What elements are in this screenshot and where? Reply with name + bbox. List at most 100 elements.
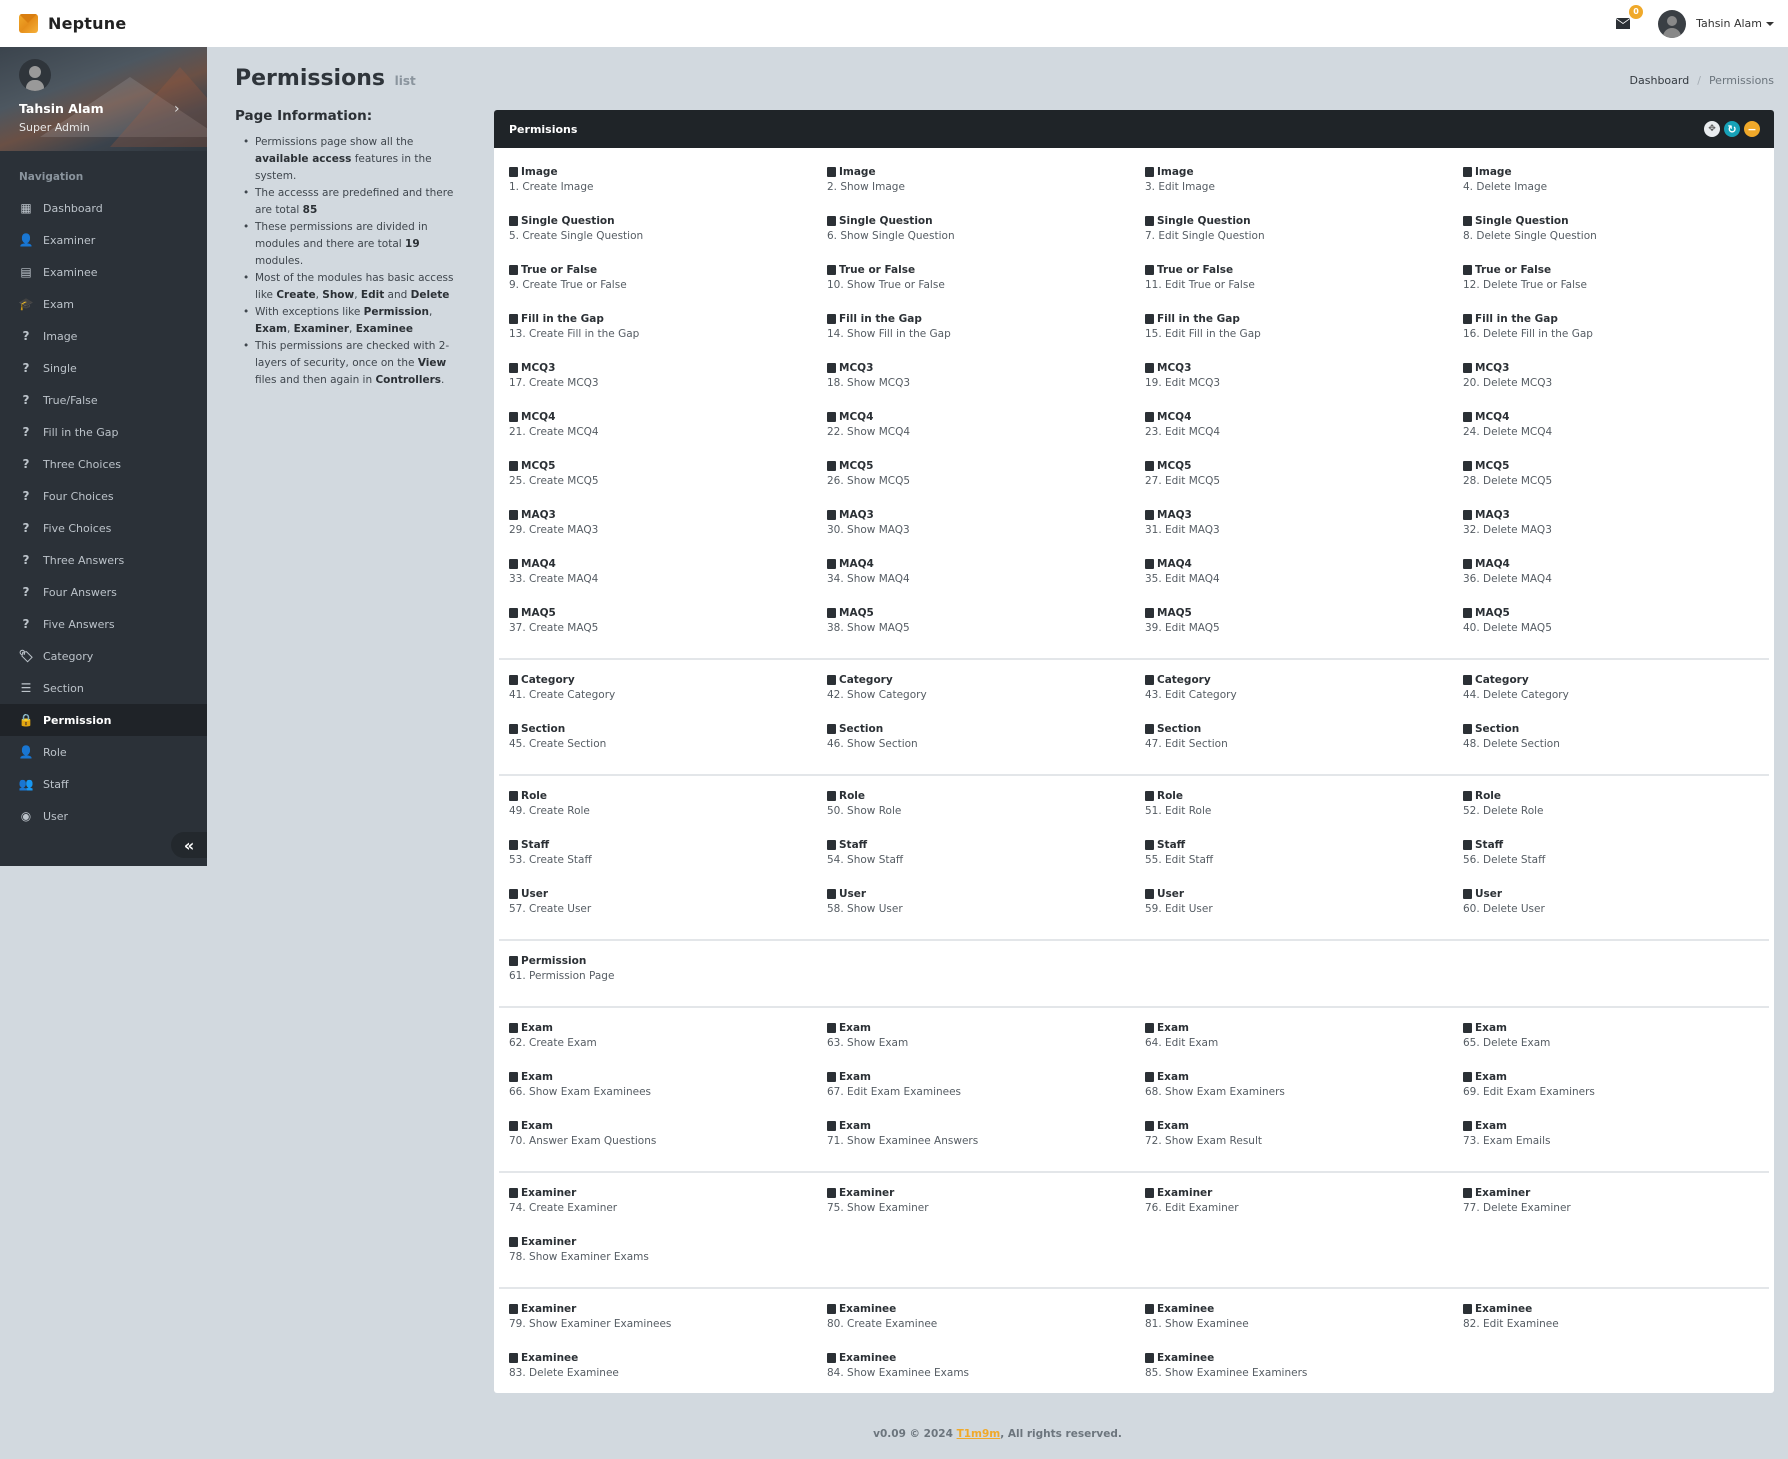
permission-checkbox[interactable] xyxy=(509,1121,518,1131)
permission-checkbox[interactable] xyxy=(827,1304,836,1314)
permission-checkbox[interactable] xyxy=(509,216,518,226)
sidebar-item-examiner[interactable]: 👤 Examiner xyxy=(0,224,207,256)
sidebar-item-three-answers[interactable]: ? Three Answers xyxy=(0,544,207,576)
permission-checkbox[interactable] xyxy=(1463,167,1472,177)
permission-checkbox[interactable] xyxy=(827,724,836,734)
permission-checkbox[interactable] xyxy=(1145,265,1154,275)
permission-checkbox[interactable] xyxy=(827,791,836,801)
permission-checkbox[interactable] xyxy=(1145,724,1154,734)
permission-checkbox[interactable] xyxy=(1463,1072,1472,1082)
sidebar-item-dashboard[interactable]: ▦ Dashboard xyxy=(0,192,207,224)
sidebar-item-true-false[interactable]: ? True/False xyxy=(0,384,207,416)
permission-checkbox[interactable] xyxy=(1145,363,1154,373)
messages-button[interactable]: 0 xyxy=(1612,4,1644,34)
permission-checkbox[interactable] xyxy=(1463,314,1472,324)
permission-checkbox[interactable] xyxy=(509,1237,518,1247)
sidebar-item-five-choices[interactable]: ? Five Choices xyxy=(0,512,207,544)
permission-checkbox[interactable] xyxy=(509,608,518,618)
permission-checkbox[interactable] xyxy=(509,412,518,422)
permission-checkbox[interactable] xyxy=(827,461,836,471)
sidebar-item-category[interactable]: 🏷 Category xyxy=(0,640,207,672)
sidebar-item-fill-in-the-gap[interactable]: ? Fill in the Gap xyxy=(0,416,207,448)
permission-checkbox[interactable] xyxy=(509,840,518,850)
permission-checkbox[interactable] xyxy=(1463,608,1472,618)
permission-checkbox[interactable] xyxy=(509,1072,518,1082)
sidebar-item-examinee[interactable]: ▤ Examinee xyxy=(0,256,207,288)
permission-checkbox[interactable] xyxy=(509,1304,518,1314)
footer-author-link[interactable]: T1m9m xyxy=(957,1428,1001,1440)
permission-checkbox[interactable] xyxy=(1145,412,1154,422)
permission-checkbox[interactable] xyxy=(827,675,836,685)
permission-checkbox[interactable] xyxy=(1145,314,1154,324)
permission-checkbox[interactable] xyxy=(1145,889,1154,899)
permission-checkbox[interactable] xyxy=(509,314,518,324)
permission-checkbox[interactable] xyxy=(1145,608,1154,618)
permission-checkbox[interactable] xyxy=(827,363,836,373)
permission-checkbox[interactable] xyxy=(1463,265,1472,275)
permission-checkbox[interactable] xyxy=(1463,1023,1472,1033)
permission-checkbox[interactable] xyxy=(509,510,518,520)
permission-checkbox[interactable] xyxy=(827,1072,836,1082)
permission-checkbox[interactable] xyxy=(827,1023,836,1033)
collapse-sidebar-button[interactable]: « xyxy=(171,832,207,858)
permission-checkbox[interactable] xyxy=(509,1188,518,1198)
permission-checkbox[interactable] xyxy=(827,167,836,177)
brand[interactable]: Neptune xyxy=(19,14,126,33)
sidebar-item-three-choices[interactable]: ? Three Choices xyxy=(0,448,207,480)
permission-checkbox[interactable] xyxy=(1145,216,1154,226)
permission-checkbox[interactable] xyxy=(827,889,836,899)
permission-checkbox[interactable] xyxy=(509,167,518,177)
permission-checkbox[interactable] xyxy=(827,1353,836,1363)
permission-checkbox[interactable] xyxy=(827,840,836,850)
permission-checkbox[interactable] xyxy=(1463,840,1472,850)
permission-checkbox[interactable] xyxy=(1463,675,1472,685)
permission-checkbox[interactable] xyxy=(1145,510,1154,520)
expand-icon[interactable]: ✥ xyxy=(1704,121,1720,137)
permission-checkbox[interactable] xyxy=(1463,724,1472,734)
permission-checkbox[interactable] xyxy=(1463,559,1472,569)
permission-checkbox[interactable] xyxy=(1145,1353,1154,1363)
sidebar-item-user[interactable]: ◉ User xyxy=(0,800,207,832)
permission-checkbox[interactable] xyxy=(827,608,836,618)
permission-checkbox[interactable] xyxy=(509,265,518,275)
permission-checkbox[interactable] xyxy=(1463,363,1472,373)
permission-checkbox[interactable] xyxy=(509,559,518,569)
permission-checkbox[interactable] xyxy=(1145,167,1154,177)
permission-checkbox[interactable] xyxy=(1463,510,1472,520)
permission-checkbox[interactable] xyxy=(827,559,836,569)
sidebar-item-permission[interactable]: 🔒 Permission xyxy=(0,704,207,736)
permission-checkbox[interactable] xyxy=(509,363,518,373)
permission-checkbox[interactable] xyxy=(1145,1304,1154,1314)
permission-checkbox[interactable] xyxy=(1145,1188,1154,1198)
permission-checkbox[interactable] xyxy=(1463,461,1472,471)
sidebar-item-section[interactable]: ☰ Section xyxy=(0,672,207,704)
permission-checkbox[interactable] xyxy=(827,1188,836,1198)
permission-checkbox[interactable] xyxy=(1463,412,1472,422)
user-avatar[interactable] xyxy=(1658,9,1687,38)
permission-checkbox[interactable] xyxy=(509,675,518,685)
permission-checkbox[interactable] xyxy=(827,1121,836,1131)
user-menu-toggle[interactable]: Tahsin Alam xyxy=(1696,17,1774,30)
permission-checkbox[interactable] xyxy=(1463,1121,1472,1131)
permission-checkbox[interactable] xyxy=(509,1023,518,1033)
permission-checkbox[interactable] xyxy=(1145,1121,1154,1131)
permission-checkbox[interactable] xyxy=(1463,1304,1472,1314)
permission-checkbox[interactable] xyxy=(827,412,836,422)
sidebar-item-single[interactable]: ? Single xyxy=(0,352,207,384)
permission-checkbox[interactable] xyxy=(509,956,518,966)
permission-checkbox[interactable] xyxy=(1463,216,1472,226)
permission-checkbox[interactable] xyxy=(1145,791,1154,801)
permission-checkbox[interactable] xyxy=(1145,461,1154,471)
refresh-icon[interactable]: ↻ xyxy=(1724,121,1740,137)
permission-checkbox[interactable] xyxy=(827,510,836,520)
permission-checkbox[interactable] xyxy=(509,791,518,801)
permission-checkbox[interactable] xyxy=(509,724,518,734)
permission-checkbox[interactable] xyxy=(1145,559,1154,569)
sidebar-item-four-answers[interactable]: ? Four Answers xyxy=(0,576,207,608)
permission-checkbox[interactable] xyxy=(1463,1188,1472,1198)
permission-checkbox[interactable] xyxy=(1145,675,1154,685)
chevron-right-icon[interactable]: › xyxy=(174,101,180,117)
breadcrumb-dashboard[interactable]: Dashboard xyxy=(1630,74,1690,87)
minimize-icon[interactable]: − xyxy=(1744,121,1760,137)
permission-checkbox[interactable] xyxy=(1463,889,1472,899)
